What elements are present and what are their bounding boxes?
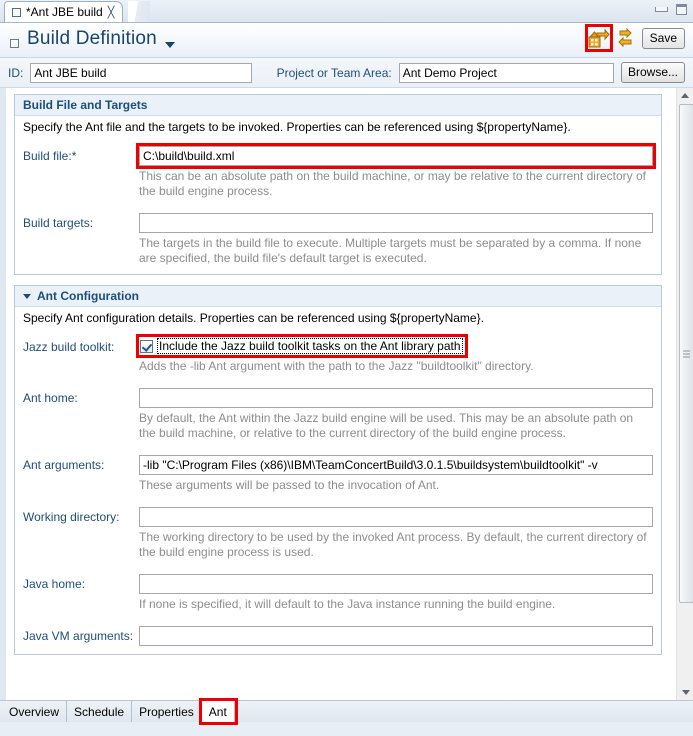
- jazz-toolkit-checkbox[interactable]: [140, 339, 153, 353]
- build-definition-square-icon: [10, 39, 19, 48]
- working-directory-input[interactable]: [139, 506, 653, 527]
- field-row-ant-arguments: Ant arguments: -lib "C:\Program Files (x…: [23, 454, 653, 475]
- hint-row-ant-arguments: These arguments will be passed to the in…: [23, 475, 653, 493]
- ant-arguments-input[interactable]: -lib "C:\Program Files (x86)\IBM\TeamCon…: [139, 454, 653, 475]
- java-home-hint: If none is specified, it will default to…: [139, 596, 556, 611]
- refresh-glyph: [617, 27, 632, 48]
- hint-row-working-directory: The working directory to be used by the …: [23, 527, 653, 560]
- java-vm-arguments-label: Java VM arguments:: [23, 628, 134, 643]
- scroll-down-arrow-icon: [681, 690, 690, 695]
- form-scroll-pane: Build File and Targets Specify the Ant f…: [6, 88, 670, 700]
- section-build-file-and-targets: Build File and Targets Specify the Ant f…: [14, 94, 662, 275]
- tab-ant[interactable]: Ant: [198, 698, 238, 725]
- jazz-build-toolkit-label: Jazz build toolkit:: [23, 340, 115, 354]
- hint-row-build-targets: The targets in the build file to execute…: [23, 233, 653, 266]
- scroll-up-button[interactable]: [677, 88, 693, 103]
- editor-square-icon: [12, 7, 21, 17]
- section-description: Specify the Ant file and the targets to …: [23, 120, 571, 134]
- section-header[interactable]: Ant Configuration: [15, 286, 661, 307]
- section-ant-configuration: Ant Configuration Specify Ant configurat…: [14, 285, 662, 655]
- section-description: Specify Ant configuration details. Prope…: [23, 311, 484, 325]
- build-file-hint: This can be an absolute path on the buil…: [139, 169, 646, 198]
- refresh-icon[interactable]: [617, 27, 635, 48]
- close-icon[interactable]: ╳: [108, 7, 115, 18]
- field-row-ant-home: Ant home:: [23, 387, 653, 408]
- page-title: Build Definition: [27, 28, 157, 49]
- id-input[interactable]: Ant JBE build: [30, 62, 252, 83]
- scroll-up-arrow-icon: [681, 93, 689, 98]
- form-header: Build Definition Save: [0, 23, 693, 58]
- build-targets-input[interactable]: [139, 213, 653, 233]
- ant-home-label: Ant home:: [23, 390, 78, 405]
- field-row-working-directory: Working directory:: [23, 506, 653, 527]
- vertical-scrollbar[interactable]: [676, 88, 693, 700]
- tab-schedule[interactable]: Schedule: [67, 701, 133, 722]
- identity-row: ID: Ant JBE build Project or Team Area: …: [0, 58, 693, 88]
- save-button[interactable]: Save: [641, 27, 685, 49]
- maximize-icon[interactable]: [676, 4, 687, 15]
- build-targets-label: Build targets:: [23, 216, 94, 230]
- field-row-build-targets: Build targets:: [23, 213, 653, 233]
- hint-row-build-file: This can be an absolute path on the buil…: [23, 166, 653, 199]
- field-row-java-vm-arguments: Java VM arguments:: [23, 625, 653, 646]
- build-targets-hint: The targets in the build file to execute…: [139, 236, 642, 265]
- section-title: Ant Configuration: [37, 289, 139, 303]
- jazz-toolkit-checkbox-group[interactable]: Include the Jazz build toolkit tasks on …: [136, 334, 468, 358]
- hint-row-jazz-build-toolkit: Adds the -lib Ant argument with the path…: [23, 356, 653, 374]
- field-row-java-home: Java home:: [23, 573, 653, 594]
- browse-button[interactable]: Browse...: [620, 62, 685, 83]
- editor-body: Build File and Targets Specify the Ant f…: [0, 88, 693, 700]
- scroll-thumb[interactable]: [679, 104, 693, 603]
- section-title: Build File and Targets: [23, 98, 148, 112]
- java-home-label: Java home:: [23, 576, 86, 591]
- ant-arguments-label: Ant arguments:: [23, 457, 105, 472]
- field-row-build-file: Build file:* C:\build\build.xml: [23, 143, 656, 169]
- build-file-label: Build file:*: [23, 149, 77, 163]
- ant-home-hint: By default, the Ant within the Jazz buil…: [139, 410, 634, 440]
- ant-arguments-hint: These arguments will be passed to the in…: [139, 477, 440, 492]
- minimize-icon[interactable]: [655, 7, 668, 12]
- bottom-tab-bar: Overview Schedule Properties Ant: [0, 698, 693, 725]
- hint-row-java-home: If none is specified, it will default to…: [23, 594, 653, 612]
- editor-tab-ant-jbe-build[interactable]: *Ant JBE build ╳: [4, 1, 124, 22]
- jazz-toolkit-checkbox-label[interactable]: Include the Jazz build toolkit tasks on …: [157, 338, 463, 354]
- working-directory-label: Working directory:: [23, 509, 120, 524]
- id-label: ID:: [8, 65, 24, 80]
- chevron-down-icon[interactable]: [164, 42, 175, 48]
- java-vm-arguments-input[interactable]: [139, 625, 653, 646]
- request-build-icon[interactable]: [584, 24, 613, 52]
- project-area-label: Project or Team Area:: [276, 65, 392, 80]
- hint-row-ant-home: By default, the Ant within the Jazz buil…: [23, 408, 653, 441]
- form-header-toolbar: Save: [584, 24, 685, 52]
- section-header[interactable]: Build File and Targets: [15, 95, 661, 116]
- project-area-input[interactable]: Ant Demo Project: [398, 62, 614, 83]
- build-definition-editor-window: *Ant JBE build ╳ Build Definition Save I…: [0, 0, 693, 736]
- section-collapse-caret-icon[interactable]: [23, 293, 31, 299]
- editor-tab-slant: [128, 1, 150, 23]
- editor-tab-strip: *Ant JBE build ╳: [0, 0, 693, 23]
- tab-overview[interactable]: Overview: [2, 701, 68, 722]
- tab-properties[interactable]: Properties: [132, 701, 202, 722]
- editor-tab-label: *Ant JBE build: [26, 5, 103, 19]
- window-controls: [655, 4, 687, 15]
- scroll-thumb-grip: [683, 348, 690, 359]
- ant-home-input[interactable]: [139, 387, 653, 408]
- scroll-down-button[interactable]: [677, 685, 693, 700]
- field-row-jazz-build-toolkit: Jazz build toolkit: Include the Jazz bui…: [23, 334, 653, 358]
- jazz-toolkit-hint: Adds the -lib Ant argument with the path…: [139, 358, 534, 373]
- form-title-group: Build Definition: [10, 28, 175, 50]
- java-home-input[interactable]: [139, 573, 653, 594]
- request-build-glyph: [588, 28, 610, 48]
- build-file-input[interactable]: C:\build\build.xml: [136, 143, 656, 169]
- working-directory-hint: The working directory to be used by the …: [139, 529, 647, 559]
